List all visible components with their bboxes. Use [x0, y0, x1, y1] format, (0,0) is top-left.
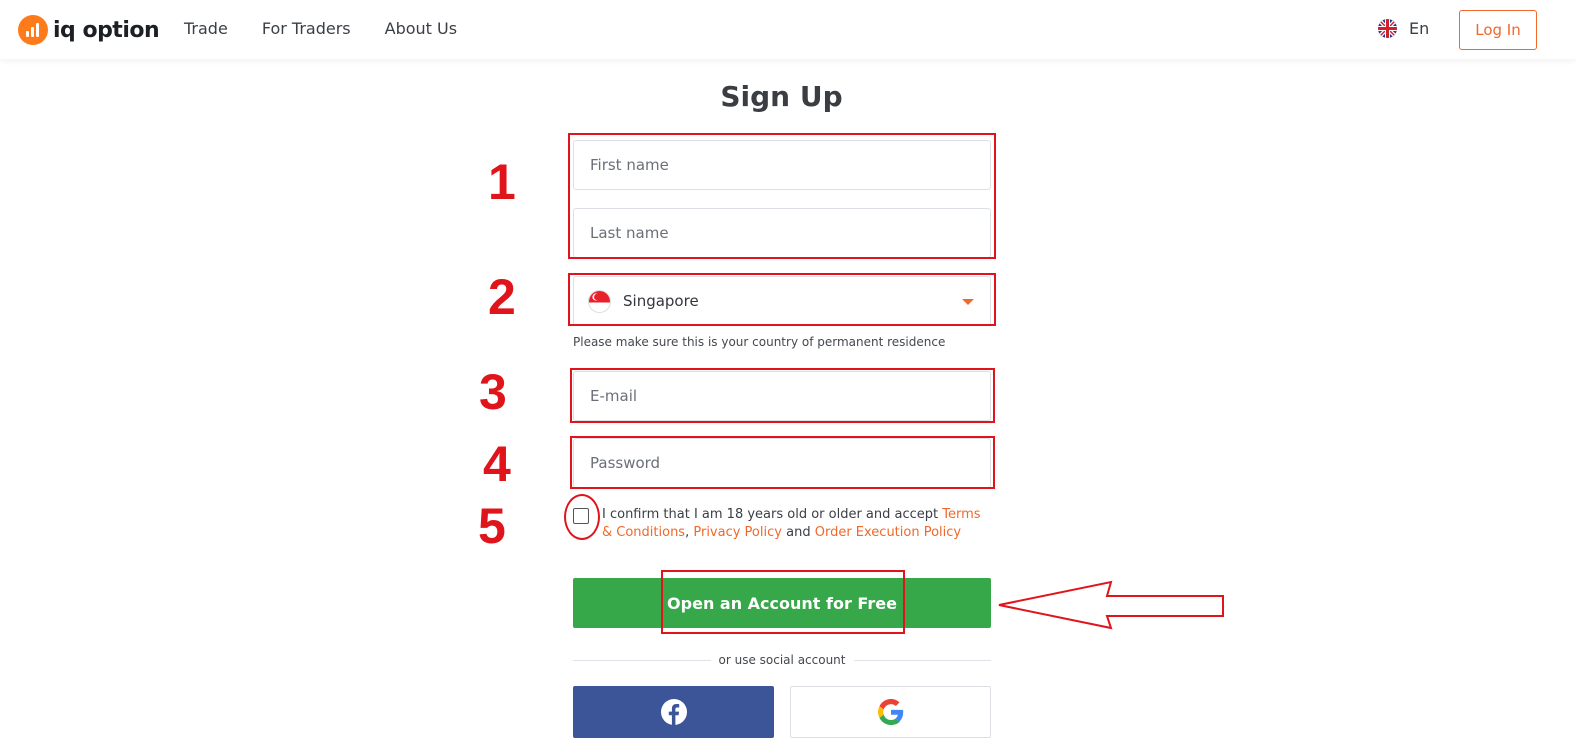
- annotation-box-submit: [661, 570, 905, 634]
- page-title: Sign Up: [720, 80, 843, 113]
- country-hint: Please make sure this is your country of…: [573, 335, 946, 349]
- annotation-box-country: [568, 273, 996, 326]
- order-execution-link[interactable]: Order Execution Policy: [815, 525, 961, 540]
- consent-comma: ,: [685, 525, 690, 540]
- divider-line-left: [573, 659, 711, 661]
- logo-text: iq option: [53, 17, 160, 43]
- privacy-link[interactable]: Privacy Policy: [693, 525, 782, 540]
- annotation-oval-checkbox: [564, 494, 600, 540]
- page: iq option Trade For Traders About Us En: [0, 0, 1576, 753]
- social-divider-text: or use social account: [718, 653, 846, 667]
- language-selector[interactable]: En: [1378, 19, 1429, 38]
- google-login-button[interactable]: [790, 686, 991, 738]
- language-label: En: [1409, 19, 1430, 38]
- login-button[interactable]: Log In: [1459, 10, 1537, 50]
- consent-statement: I confirm that I am 18 years old or olde…: [602, 507, 939, 522]
- nav-about-us[interactable]: About Us: [385, 19, 457, 38]
- facebook-login-button[interactable]: [573, 686, 774, 738]
- annotation-number-3: 3: [479, 364, 507, 420]
- annotation-box-name: [568, 133, 996, 259]
- facebook-icon: [660, 699, 687, 725]
- top-header: iq option Trade For Traders About Us En: [0, 0, 1576, 59]
- consent-and: and: [786, 525, 811, 540]
- annotation-number-4: 4: [483, 436, 511, 492]
- social-divider: or use social account: [573, 652, 992, 668]
- annotation-number-1: 1: [488, 154, 516, 210]
- divider-line-right: [853, 659, 992, 661]
- annotation-number-2: 2: [488, 269, 516, 325]
- uk-flag-icon: [1378, 19, 1397, 38]
- google-icon: [877, 699, 903, 725]
- nav-trade[interactable]: Trade: [184, 19, 228, 38]
- main-nav: Trade For Traders About Us: [184, 19, 491, 38]
- nav-for-traders[interactable]: For Traders: [262, 19, 351, 38]
- logo[interactable]: iq option: [18, 14, 160, 46]
- annotation-box-password: [570, 436, 995, 489]
- annotation-box-email: [570, 368, 995, 423]
- annotation-arrow-icon: [998, 580, 1224, 630]
- iq-option-logo-icon: [18, 15, 48, 45]
- consent-text: I confirm that I am 18 years old or olde…: [602, 506, 982, 542]
- annotation-number-5: 5: [478, 498, 506, 554]
